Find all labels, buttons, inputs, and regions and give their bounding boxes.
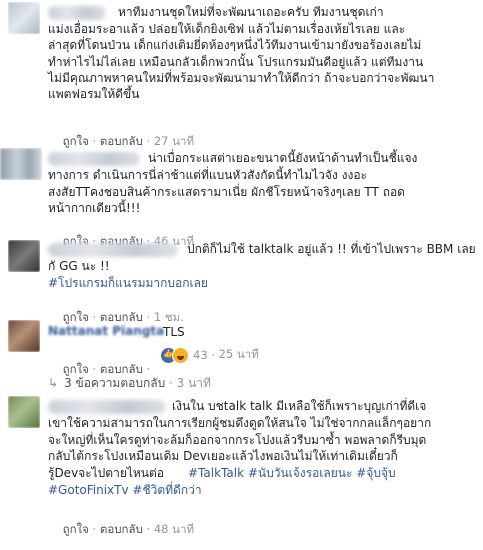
comment-time[interactable]: 1 ชม.	[154, 310, 184, 324]
comment-actions: ถูกใจ · ตอบกลับ · 48 นาที	[62, 522, 195, 536]
comment-text-line: เขาใช้ความสามารถในการเรียกผู้ชมดึงดูดให้…	[48, 416, 432, 430]
separator: ·	[207, 348, 219, 362]
comment-text-line: หน้ากากเดียวนี้!!!	[48, 201, 141, 215]
comment-text-line: กลับไต้กระโปงเหมือนเดิม Devเยอะแล้วไงพอเ…	[48, 449, 398, 463]
reply-arrow-icon: ↳	[48, 376, 59, 390]
comment-text-line: ทางการ ดำเนินการนี่ล่าช้าแต่ที่แบนหัวสัง…	[48, 168, 367, 182]
reply-link[interactable]: ตอบกลับ	[100, 134, 143, 148]
commenter-name[interactable]	[48, 243, 178, 257]
avatar[interactable]	[8, 396, 40, 428]
commenter-name[interactable]	[48, 6, 106, 20]
comment-text-line: ปกติก็ไม่ใช้ talktalk อยู่แล้ว !! ที่เข้…	[187, 242, 476, 256]
hashtag-link[interactable]: #โปรแกรมก็แนรมมากบอกเลย	[48, 275, 208, 292]
reply-link[interactable]: ตอบกลับ	[100, 310, 143, 324]
comment-text-line: รู้Devจะไปตายไหนต่อ	[48, 466, 165, 480]
reply-link[interactable]: ตอบกลับ	[100, 522, 143, 536]
like-link[interactable]: ถูกใจ	[63, 522, 89, 536]
comment-text-line: น่าเบื่อกระแสต่าเยอะขนาดนี้ยังหน้าด้านทำ…	[148, 151, 418, 165]
comment-text-line: ทำห่าไรไม่ไล่เลย เหมือนกลัวเด็กพวกนั้น โ…	[48, 55, 424, 69]
replies-time: 3 นาที	[176, 376, 211, 390]
comment-time[interactable]: 48 นาที	[154, 522, 194, 536]
avatar[interactable]	[8, 2, 40, 34]
comment-text-line: เงินใน บชtalk talk มีเหลือใช้ก็เพราะบุญเ…	[172, 399, 427, 413]
avatar[interactable]	[8, 320, 40, 352]
reaction-summary[interactable]: 43 · 25 นาที	[160, 346, 259, 364]
view-replies-link[interactable]: ↳ 3 ข้อความตอบกลับ · 3 นาที	[48, 374, 211, 393]
comment-text-line: สงสัยTTคงชอบสินค้ากระแสดรามาเนี่ย ผักชีโ…	[48, 185, 405, 199]
comment-text-line: กั GG นะ !!	[48, 259, 110, 273]
like-link[interactable]: ถูกใจ	[63, 134, 89, 148]
replies-count-label: 3 ข้อความตอบกลับ	[64, 376, 166, 390]
avatar[interactable]	[8, 240, 40, 272]
comment-text-line: แพตฟอรมให้ดีขึ้น	[48, 87, 140, 101]
hashtag-links[interactable]: #GotoFinixTv #ชีวิตที่ดีกว่า	[48, 482, 202, 499]
comment-text-line: ไม่มีคุณภาพหาคนใหม่ที่พร้อมจะพัฒนามาทำให…	[48, 71, 435, 85]
comment-text-line: หาทีมงานชุดใหม่ที่จะพัฒนาเถอะครับ ทีมงาน…	[118, 5, 384, 19]
avatar[interactable]	[0, 148, 42, 180]
comment-time[interactable]: 27 นาที	[154, 134, 194, 148]
comment-text-line: TLS	[163, 325, 185, 339]
like-link[interactable]: ถูกใจ	[63, 310, 89, 324]
commenter-name[interactable]	[48, 400, 166, 414]
haha-reaction-icon	[172, 346, 189, 364]
comment-time[interactable]: 25 นาที	[219, 346, 259, 364]
reaction-count: 43	[193, 348, 208, 362]
comment-text-line: แม่งเอื่อมระอาแล้ว ปล่อยให้เด็กยิงเซิฟ แ…	[48, 22, 406, 36]
comment-text-line: จะใหญ่ที่เห็นใครดูท่าจะล้มก็ออกจากกระโปง…	[48, 433, 427, 447]
comment-text-line: ล่าสุดที่โดนป่วน เด็กแก่งเติมยี่ดห้องๆหน…	[48, 38, 422, 52]
commenter-name[interactable]: Nattanat Piangta	[48, 324, 164, 338]
commenter-name[interactable]	[48, 152, 140, 166]
hashtag-links[interactable]: #TalkTalk #นับวันเจ้งรอเลยนะ #จุ้บจุ้บ	[188, 465, 396, 482]
